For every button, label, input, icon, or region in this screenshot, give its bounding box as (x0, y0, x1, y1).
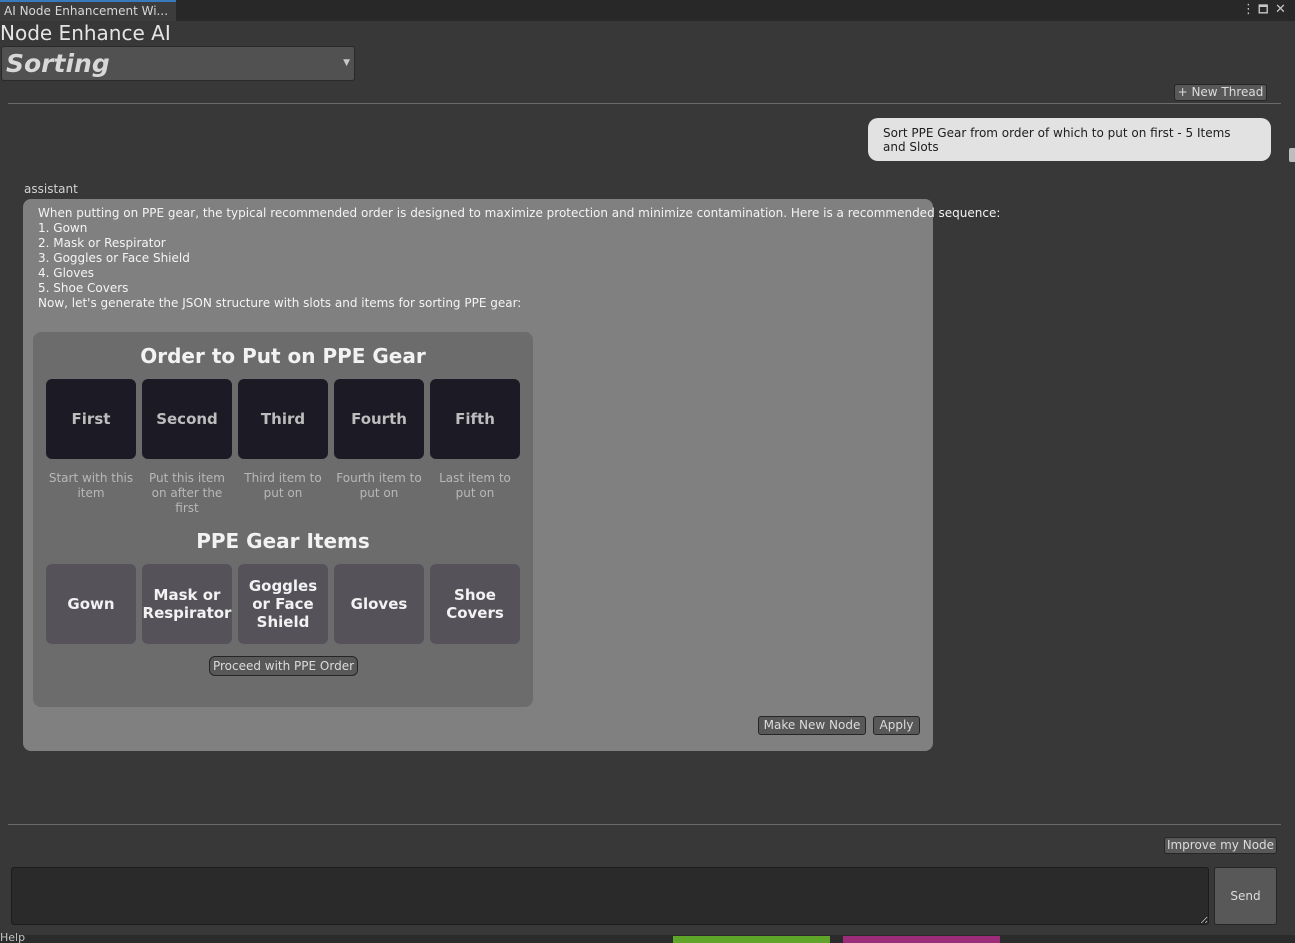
header-divider (8, 103, 1281, 104)
assistant-message-line: 4. Gloves (38, 266, 94, 280)
chevron-down-icon: ▼ (343, 58, 350, 68)
assistant-message-line: Now, let's generate the JSON structure w… (38, 296, 522, 310)
improve-node-button[interactable]: Improve my Node (1164, 837, 1277, 854)
item-gloves[interactable]: Gloves (334, 564, 424, 644)
assistant-message-line: 2. Mask or Respirator (38, 236, 166, 250)
bottom-strip (0, 935, 1295, 943)
send-button[interactable]: Send (1214, 867, 1277, 925)
scroll-edge-marker (1289, 148, 1295, 162)
slot-third[interactable]: Third (238, 379, 328, 459)
sorting-preview-panel: Order to Put on PPE Gear First Second Th… (33, 332, 533, 707)
apply-button[interactable]: Apply (873, 716, 920, 735)
slot-description: Last item to put on (439, 471, 511, 500)
item-goggles-or-face-shield[interactable]: Goggles or Face Shield (238, 564, 328, 644)
item-mask-or-respirator[interactable]: Mask or Respirator (142, 564, 232, 644)
slot-fifth[interactable]: Fifth (430, 379, 520, 459)
window-tab[interactable]: AI Node Enhancement Wi... (0, 0, 176, 21)
mode-dropdown[interactable]: Sorting ▼ (1, 46, 355, 81)
message-input[interactable] (11, 867, 1209, 925)
more-options-icon[interactable]: ⋮ (1242, 1, 1255, 19)
assistant-message-panel: When putting on PPE gear, the typical re… (23, 199, 1000, 751)
slot-description: Third item to put on (244, 471, 322, 500)
green-status-bar (673, 936, 830, 943)
close-icon[interactable]: ✕ (1275, 1, 1286, 19)
assistant-message-line: 1. Gown (38, 221, 88, 235)
proceed-button[interactable]: Proceed with PPE Order (209, 656, 358, 676)
slot-first[interactable]: First (46, 379, 136, 459)
slot-description: Fourth item to put on (336, 471, 422, 500)
make-new-node-button[interactable]: Make New Node (758, 716, 866, 735)
item-shoe-covers[interactable]: Shoe Covers (430, 564, 520, 644)
assistant-message-text: When putting on PPE gear, the typical re… (38, 206, 1000, 311)
slot-description: Start with this item (48, 471, 134, 500)
magenta-status-bar (843, 936, 1000, 943)
maximize-icon[interactable]: 🗖 (1258, 1, 1268, 19)
assistant-message-line: 3. Goggles or Face Shield (38, 251, 190, 265)
slot-fourth[interactable]: Fourth (334, 379, 424, 459)
footer-divider (8, 824, 1281, 825)
slot-description: Put this item on after the first (149, 471, 225, 515)
help-label[interactable]: Help (0, 932, 25, 943)
assistant-message-line: When putting on PPE gear, the typical re… (38, 206, 1001, 220)
new-thread-button[interactable]: + New Thread (1174, 84, 1267, 101)
mode-dropdown-value: Sorting (6, 49, 110, 78)
assistant-message-line: 5. Shoe Covers (38, 281, 129, 295)
items-title: PPE Gear Items (196, 529, 370, 553)
window-tab-bar: AI Node Enhancement Wi... ⋮ 🗖 ✕ (0, 0, 1295, 21)
app-title: Node Enhance AI (0, 21, 171, 45)
item-gown[interactable]: Gown (46, 564, 136, 644)
slots-title: Order to Put on PPE Gear (140, 344, 426, 368)
user-message-bubble: Sort PPE Gear from order of which to put… (868, 118, 1271, 161)
slot-second[interactable]: Second (142, 379, 232, 459)
assistant-role-label: assistant (24, 182, 78, 196)
